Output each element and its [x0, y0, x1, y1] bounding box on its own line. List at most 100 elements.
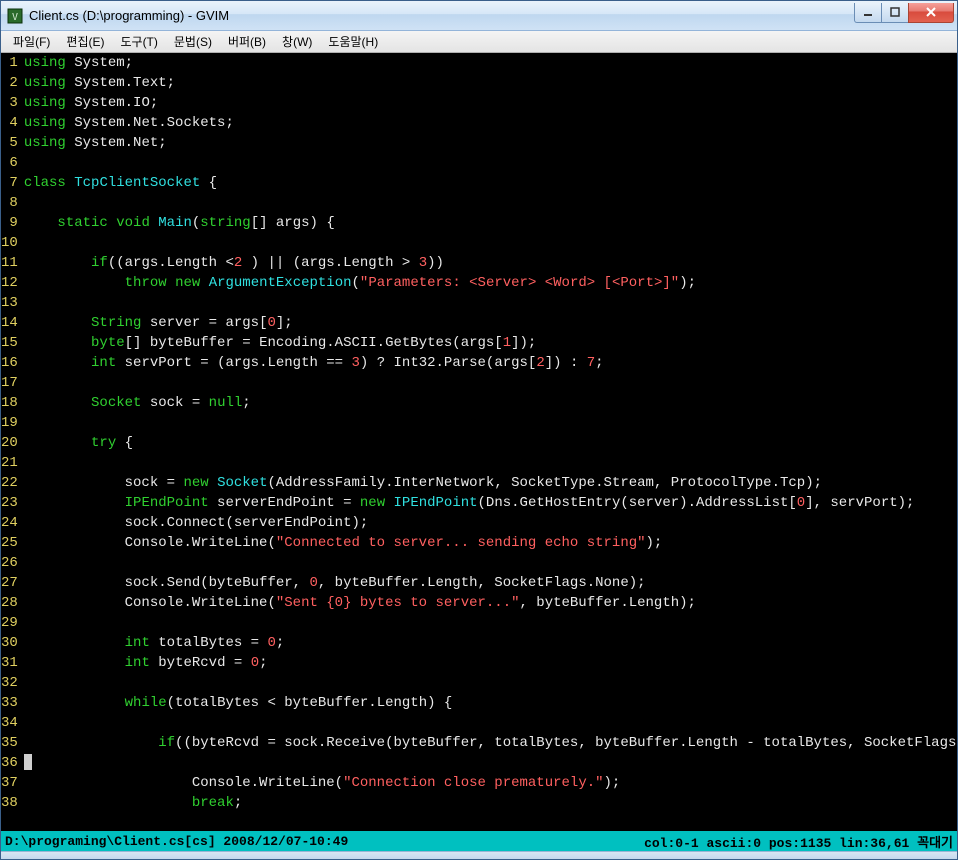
token-op: ( — [352, 275, 360, 291]
code-line[interactable]: Console.WriteLine("Connected to server..… — [24, 533, 957, 553]
token-keyword: break — [192, 795, 234, 811]
token-op — [209, 475, 217, 491]
code-line[interactable]: if((args.Length <2 ) || (args.Length > 3… — [24, 253, 957, 273]
line-number: 23 — [1, 493, 18, 513]
code-line[interactable]: static void Main(string[] args) { — [24, 213, 957, 233]
token-keyword: null — [209, 395, 243, 411]
token-number: 3 — [419, 255, 427, 271]
code-line[interactable]: int totalBytes = 0; — [24, 633, 957, 653]
token-op — [385, 495, 393, 511]
title-bar[interactable]: V Client.cs (D:\programming) - GVIM — [1, 1, 957, 31]
token-op — [108, 215, 116, 231]
code-line[interactable]: byte[] byteBuffer = Encoding.ASCII.GetBy… — [24, 333, 957, 353]
token-op: servPort = (args.Length == — [116, 355, 351, 371]
line-number: 38 — [1, 793, 18, 813]
maximize-button[interactable] — [881, 3, 909, 23]
menu-item-f[interactable]: 파일(F) — [5, 31, 58, 52]
code-line[interactable] — [24, 753, 957, 773]
menu-item-w[interactable]: 창(W) — [274, 31, 320, 52]
close-button[interactable] — [908, 3, 954, 23]
code-line[interactable]: Console.WriteLine("Connection close prem… — [24, 773, 957, 793]
token-number: 0 — [267, 635, 275, 651]
code-line[interactable] — [24, 373, 957, 393]
code-line[interactable]: using System.Text; — [24, 73, 957, 93]
code-line[interactable]: using System; — [24, 53, 957, 73]
code-line[interactable]: int servPort = (args.Length == 3) ? Int3… — [24, 353, 957, 373]
code-line[interactable]: Socket sock = null; — [24, 393, 957, 413]
code-line[interactable] — [24, 193, 957, 213]
code-line[interactable]: sock.Connect(serverEndPoint); — [24, 513, 957, 533]
token-keyword: using — [24, 95, 66, 111]
token-op — [24, 395, 91, 411]
token-type: byte — [91, 335, 125, 351]
code-line[interactable]: using System.Net; — [24, 133, 957, 153]
token-op: ; — [595, 355, 603, 371]
menu-item-e[interactable]: 편집(E) — [58, 31, 112, 52]
code-line[interactable]: sock = new Socket(AddressFamily.InterNet… — [24, 473, 957, 493]
token-op: ; — [225, 115, 233, 131]
code-line[interactable]: if((byteRcvd = sock.Receive(byteBuffer, … — [24, 733, 957, 753]
line-number: 37 — [1, 773, 18, 793]
editor-area[interactable]: 1234567891011121314151617181920212223242… — [1, 53, 957, 831]
menu-item-h[interactable]: 도움말(H) — [320, 31, 386, 52]
token-op: , byteBuffer.Length); — [520, 595, 696, 611]
code-line[interactable]: break; — [24, 793, 957, 813]
code-line[interactable]: class TcpClientSocket { — [24, 173, 957, 193]
token-op: ; — [276, 635, 284, 651]
token-op — [24, 695, 125, 711]
code-line[interactable]: using System.IO; — [24, 93, 957, 113]
code-line[interactable]: sock.Send(byteBuffer, 0, byteBuffer.Leng… — [24, 573, 957, 593]
token-type: Socket — [91, 395, 141, 411]
code-content[interactable]: using System;using System.Text;using Sys… — [24, 53, 957, 831]
code-line[interactable]: Console.WriteLine("Sent {0} bytes to ser… — [24, 593, 957, 613]
token-op — [24, 275, 125, 291]
code-line[interactable] — [24, 673, 957, 693]
code-line[interactable]: using System.Net.Sockets; — [24, 113, 957, 133]
status-right: col:0-1 ascii:0 pos:1135 lin:36,61 꼭대기 — [644, 832, 953, 851]
code-line[interactable]: throw new ArgumentException("Parameters:… — [24, 273, 957, 293]
token-op: ], servPort); — [805, 495, 914, 511]
line-number: 4 — [1, 113, 18, 133]
code-line[interactable] — [24, 553, 957, 573]
code-line[interactable]: IPEndPoint serverEndPoint = new IPEndPoi… — [24, 493, 957, 513]
line-number: 22 — [1, 473, 18, 493]
token-op: [] args) { — [251, 215, 335, 231]
token-op — [24, 635, 125, 651]
token-op — [66, 55, 74, 71]
token-op: ) || (args.Length > — [242, 255, 418, 271]
code-line[interactable]: try { — [24, 433, 957, 453]
token-op: sock.Connect(serverEndPoint); — [24, 515, 368, 531]
line-number: 36 — [1, 753, 18, 773]
code-line[interactable] — [24, 233, 957, 253]
code-line[interactable] — [24, 293, 957, 313]
line-number: 20 — [1, 433, 18, 453]
token-op: ((byteRcvd = sock.Receive(byteBuffer, to… — [175, 735, 957, 751]
code-line[interactable] — [24, 713, 957, 733]
menu-item-s[interactable]: 문법(S) — [166, 31, 220, 52]
token-keyword: throw — [125, 275, 167, 291]
token-op: sock = — [24, 475, 184, 491]
code-line[interactable]: String server = args[0]; — [24, 313, 957, 333]
line-number: 14 — [1, 313, 18, 333]
token-type: int — [125, 635, 150, 651]
code-line[interactable]: int byteRcvd = 0; — [24, 653, 957, 673]
code-line[interactable]: while(totalBytes < byteBuffer.Length) { — [24, 693, 957, 713]
token-op: ; — [234, 795, 242, 811]
token-number: 1 — [503, 335, 511, 351]
token-op: serverEndPoint = — [209, 495, 360, 511]
app-window: V Client.cs (D:\programming) - GVIM 파일(F… — [0, 0, 958, 860]
code-line[interactable] — [24, 413, 957, 433]
code-line[interactable] — [24, 613, 957, 633]
line-number: 15 — [1, 333, 18, 353]
line-number: 17 — [1, 373, 18, 393]
line-number: 10 — [1, 233, 18, 253]
minimize-button[interactable] — [854, 3, 882, 23]
token-keyword: if — [91, 255, 108, 271]
menu-item-t[interactable]: 도구(T) — [112, 31, 165, 52]
line-number: 25 — [1, 533, 18, 553]
menu-item-b[interactable]: 버퍼(B) — [220, 31, 274, 52]
code-line[interactable] — [24, 153, 957, 173]
code-line[interactable] — [24, 453, 957, 473]
token-op: ; — [242, 395, 250, 411]
token-op: ; — [259, 655, 267, 671]
